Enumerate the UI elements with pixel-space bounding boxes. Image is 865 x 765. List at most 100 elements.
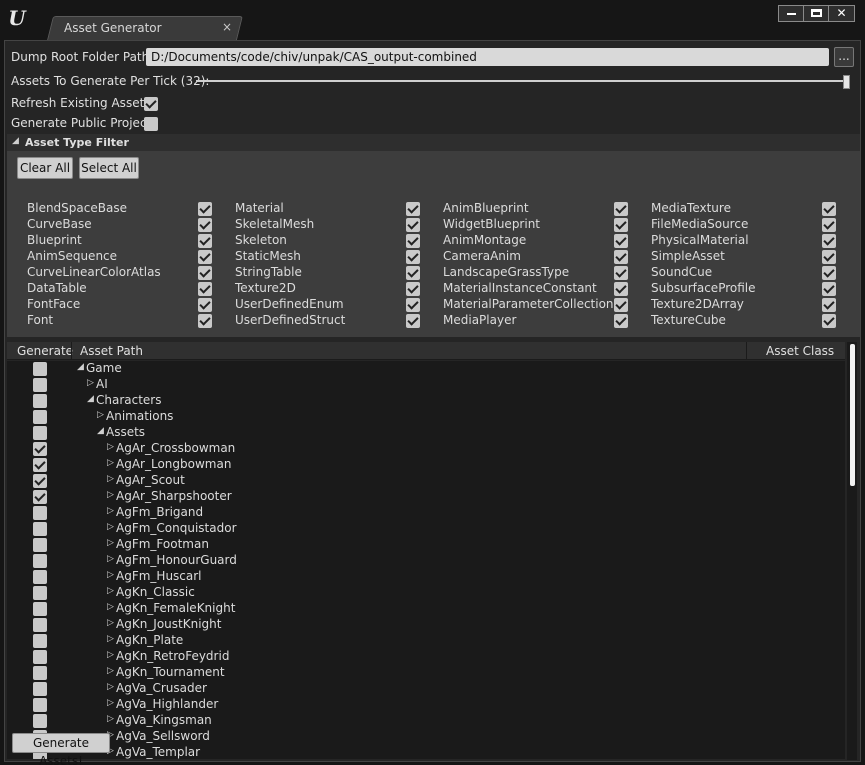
- generate-checkbox[interactable]: [33, 490, 47, 504]
- maximize-button[interactable]: [804, 6, 829, 21]
- clear-all-button[interactable]: Clear All: [17, 157, 73, 179]
- table-row[interactable]: ▷ AgAr_Longbowman: [7, 457, 845, 473]
- asset-type-checkbox[interactable]: [822, 218, 836, 232]
- collapsed-arrow-icon[interactable]: ▷: [97, 410, 104, 420]
- per-tick-slider-track[interactable]: [196, 80, 848, 82]
- table-row[interactable]: ◢ Game: [7, 361, 845, 377]
- asset-type-checkbox[interactable]: [406, 250, 420, 264]
- collapsed-arrow-icon[interactable]: ▷: [107, 506, 114, 516]
- generate-checkbox[interactable]: [33, 586, 47, 600]
- column-divider[interactable]: [746, 342, 747, 360]
- table-row[interactable]: ▷ AgAr_Scout: [7, 473, 845, 489]
- asset-type-checkbox[interactable]: [614, 218, 628, 232]
- table-row[interactable]: ▷ AgKn_Classic: [7, 585, 845, 601]
- table-row[interactable]: ▷ AgKn_RetroFeydrid: [7, 649, 845, 665]
- generate-assets-button[interactable]: Generate Assets!: [12, 733, 110, 765]
- asset-type-checkbox[interactable]: [614, 234, 628, 248]
- generate-checkbox[interactable]: [33, 474, 47, 488]
- minimize-button[interactable]: [779, 6, 804, 21]
- close-button[interactable]: ✕: [829, 6, 854, 21]
- asset-type-checkbox[interactable]: [406, 202, 420, 216]
- generate-checkbox[interactable]: [33, 650, 47, 664]
- collapsed-arrow-icon[interactable]: ▷: [107, 666, 114, 676]
- collapsed-arrow-icon[interactable]: ▷: [107, 602, 114, 612]
- table-row[interactable]: ▷ Animations: [7, 409, 845, 425]
- asset-type-checkbox[interactable]: [822, 266, 836, 280]
- table-row[interactable]: ◢ Characters: [7, 393, 845, 409]
- generate-checkbox[interactable]: [33, 682, 47, 696]
- asset-type-checkbox[interactable]: [198, 250, 212, 264]
- asset-type-checkbox[interactable]: [614, 282, 628, 296]
- collapsed-arrow-icon[interactable]: ▷: [107, 634, 114, 644]
- collapsed-arrow-icon[interactable]: ▷: [107, 538, 114, 548]
- asset-type-checkbox[interactable]: [614, 314, 628, 328]
- generate-checkbox[interactable]: [33, 714, 47, 728]
- per-tick-slider-thumb[interactable]: [843, 75, 850, 89]
- generate-checkbox[interactable]: [33, 362, 47, 376]
- asset-type-checkbox[interactable]: [198, 282, 212, 296]
- generate-checkbox[interactable]: [33, 442, 47, 456]
- scrollbar-thumb[interactable]: [850, 344, 855, 486]
- vertical-scrollbar[interactable]: [847, 342, 857, 760]
- asset-type-checkbox[interactable]: [406, 282, 420, 296]
- generate-checkbox[interactable]: [33, 458, 47, 472]
- collapsed-arrow-icon[interactable]: ▷: [107, 698, 114, 708]
- generate-checkbox[interactable]: [33, 618, 47, 632]
- asset-type-checkbox[interactable]: [614, 250, 628, 264]
- column-generate[interactable]: Generate: [17, 344, 73, 358]
- asset-type-filter-header[interactable]: ◢ Asset Type Filter: [7, 134, 860, 151]
- collapsed-arrow-icon[interactable]: ▷: [87, 378, 94, 388]
- expanded-arrow-icon[interactable]: ◢: [87, 394, 94, 404]
- generate-checkbox[interactable]: [33, 554, 47, 568]
- asset-type-checkbox[interactable]: [822, 282, 836, 296]
- generate-checkbox[interactable]: [33, 634, 47, 648]
- asset-type-checkbox[interactable]: [406, 298, 420, 312]
- collapsed-arrow-icon[interactable]: ▷: [107, 714, 114, 724]
- table-row[interactable]: ▷ AgVa_Crusader: [7, 681, 845, 697]
- table-row[interactable]: ▷ AgKn_Plate: [7, 633, 845, 649]
- asset-type-checkbox[interactable]: [198, 202, 212, 216]
- asset-type-checkbox[interactable]: [406, 314, 420, 328]
- collapsed-arrow-icon[interactable]: ▷: [107, 570, 114, 580]
- table-row[interactable]: ▷ AgFm_Huscarl: [7, 569, 845, 585]
- generate-checkbox[interactable]: [33, 394, 47, 408]
- collapsed-arrow-icon[interactable]: ▷: [107, 458, 114, 468]
- generate-checkbox[interactable]: [33, 570, 47, 584]
- asset-type-checkbox[interactable]: [198, 298, 212, 312]
- generate-checkbox[interactable]: [33, 410, 47, 424]
- table-row[interactable]: ▷ AgFm_HonourGuard: [7, 553, 845, 569]
- asset-type-checkbox[interactable]: [614, 202, 628, 216]
- table-row[interactable]: ▷ AgKn_Tournament: [7, 665, 845, 681]
- generate-checkbox[interactable]: [33, 426, 47, 440]
- generate-checkbox[interactable]: [33, 538, 47, 552]
- table-row[interactable]: ▷ AgKn_JoustKnight: [7, 617, 845, 633]
- collapsed-arrow-icon[interactable]: ▷: [107, 490, 114, 500]
- generate-checkbox[interactable]: [33, 602, 47, 616]
- table-row[interactable]: ▷ AgFm_Footman: [7, 537, 845, 553]
- tab-close-icon[interactable]: ×: [222, 20, 232, 34]
- generate-public-checkbox[interactable]: [144, 117, 158, 131]
- table-row[interactable]: ▷ AgAr_Crossbowman: [7, 441, 845, 457]
- asset-type-checkbox[interactable]: [822, 314, 836, 328]
- table-row[interactable]: ▷ AgFm_Brigand: [7, 505, 845, 521]
- asset-type-checkbox[interactable]: [822, 202, 836, 216]
- dump-root-path-field[interactable]: D:/Documents/code/chiv/unpak/CAS_output-…: [146, 48, 829, 66]
- collapsed-arrow-icon[interactable]: ▷: [107, 682, 114, 692]
- collapsed-arrow-icon[interactable]: ▷: [107, 442, 114, 452]
- expanded-arrow-icon[interactable]: ◢: [77, 362, 84, 372]
- table-row[interactable]: ▷ AgKn_FemaleKnight: [7, 601, 845, 617]
- table-row[interactable]: ▷ AgVa_Templar: [7, 745, 845, 759]
- asset-type-checkbox[interactable]: [198, 314, 212, 328]
- asset-type-checkbox[interactable]: [198, 218, 212, 232]
- collapsed-arrow-icon[interactable]: ▷: [107, 554, 114, 564]
- collapsed-arrow-icon[interactable]: ▷: [107, 474, 114, 484]
- asset-type-checkbox[interactable]: [406, 266, 420, 280]
- asset-type-checkbox[interactable]: [822, 250, 836, 264]
- asset-type-checkbox[interactable]: [614, 266, 628, 280]
- asset-type-checkbox[interactable]: [406, 234, 420, 248]
- column-asset-class[interactable]: Asset Class: [766, 344, 834, 358]
- asset-type-checkbox[interactable]: [198, 266, 212, 280]
- generate-checkbox[interactable]: [33, 522, 47, 536]
- column-divider[interactable]: [71, 342, 72, 360]
- table-row[interactable]: ▷ AI: [7, 377, 845, 393]
